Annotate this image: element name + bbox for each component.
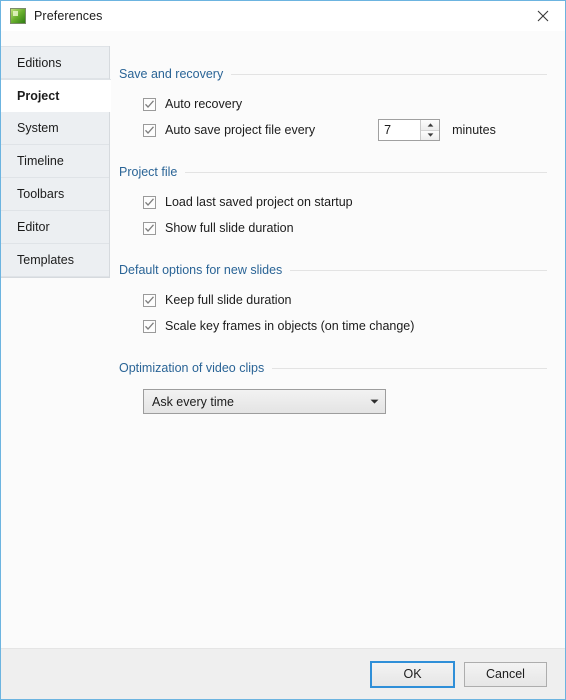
checkbox-auto-save[interactable]: [143, 123, 156, 137]
checkbox-load-last-saved-project[interactable]: [143, 195, 156, 209]
ok-button-label: OK: [403, 667, 422, 681]
checkbox-show-full-slide-duration[interactable]: [143, 221, 156, 235]
option-label: Auto save project file every: [165, 123, 316, 137]
title-bar: Preferences: [1, 1, 565, 31]
sidebar-item-project[interactable]: Project: [1, 79, 111, 112]
chevron-down-icon: [427, 133, 433, 137]
group-header: Optimization of video clips: [119, 361, 547, 375]
check-icon: [145, 223, 154, 232]
sidebar-item-label: System: [17, 121, 59, 135]
sidebar-item-editions[interactable]: Editions: [1, 46, 109, 79]
dialog-footer: OK Cancel: [1, 648, 565, 699]
group-header: Project file: [119, 165, 547, 179]
sidebar-item-label: Timeline: [17, 154, 64, 168]
sidebar-item-label: Editor: [17, 220, 50, 234]
group-title: Default options for new slides: [119, 263, 283, 277]
sidebar-item-editor[interactable]: Editor: [1, 211, 109, 244]
checkbox-auto-recovery[interactable]: [143, 97, 156, 111]
option-label: Auto recovery: [165, 97, 243, 111]
ok-button[interactable]: OK: [370, 660, 455, 688]
optimization-select-wrap: Ask every time: [119, 389, 547, 414]
sidebar-item-label: Templates: [17, 253, 74, 267]
option-label: Keep full slide duration: [165, 293, 292, 307]
cancel-button[interactable]: Cancel: [464, 661, 547, 687]
group-project-file: Project file Load last saved project on …: [119, 165, 547, 239]
stepper-increment-button[interactable]: [421, 120, 440, 131]
group-divider: [290, 269, 547, 271]
window-title: Preferences: [34, 9, 103, 23]
option-show-full-slide-duration[interactable]: Show full slide duration: [119, 217, 547, 239]
sidebar-item-system[interactable]: System: [1, 112, 109, 145]
quantity-stepper[interactable]: 7: [378, 119, 441, 141]
sidebar-item-toolbars[interactable]: Toolbars: [1, 178, 109, 211]
chevron-up-icon: [427, 123, 433, 127]
check-icon: [145, 295, 154, 304]
group-divider: [185, 171, 547, 173]
sidebar-item-label: Editions: [17, 56, 62, 70]
close-icon: [537, 10, 548, 21]
group-divider: [272, 367, 547, 369]
settings-panel: Save and recovery Auto recovery Auto sav…: [110, 31, 565, 648]
group-title: Optimization of video clips: [119, 361, 265, 375]
group-optimization-of-video-clips: Optimization of video clips Ask every ti…: [119, 361, 547, 414]
option-keep-full-slide-duration[interactable]: Keep full slide duration: [119, 289, 547, 311]
sidebar: Editions Project System Timeline Toolbar…: [1, 31, 111, 648]
optimization-selected-value: Ask every time: [152, 394, 234, 409]
app-green-icon: [10, 8, 26, 24]
stepper-decrement-button[interactable]: [421, 130, 440, 140]
check-icon: [145, 321, 154, 330]
group-header: Default options for new slides: [119, 263, 547, 277]
optimization-select[interactable]: Ask every time: [143, 389, 386, 414]
checkbox-scale-key-frames[interactable]: [143, 319, 156, 333]
cancel-button-label: Cancel: [486, 667, 525, 681]
group-save-and-recovery: Save and recovery Auto recovery Auto sav…: [119, 67, 547, 141]
option-scale-key-frames[interactable]: Scale key frames in objects (on time cha…: [119, 315, 547, 337]
option-auto-recovery[interactable]: Auto recovery: [119, 93, 547, 115]
interval-unit-label: minutes: [452, 123, 496, 137]
group-header: Save and recovery: [119, 67, 547, 81]
auto-save-interval-control: 7 minutes: [378, 119, 496, 141]
sidebar-tab-list: Editions Project System Timeline Toolbar…: [1, 46, 111, 278]
group-default-options-for-new-slides: Default options for new slides Keep full…: [119, 263, 547, 337]
group-title: Save and recovery: [119, 67, 224, 81]
option-label: Load last saved project on startup: [165, 195, 353, 209]
dropdown-arrow-button[interactable]: [363, 399, 385, 404]
option-label: Show full slide duration: [165, 221, 294, 235]
checkbox-keep-full-slide-duration[interactable]: [143, 293, 156, 307]
preferences-dialog: Preferences Editions Project System Time…: [0, 0, 566, 700]
check-icon: [145, 99, 154, 108]
group-divider: [231, 73, 547, 75]
check-icon: [145, 125, 154, 134]
dialog-body: Editions Project System Timeline Toolbar…: [1, 31, 565, 648]
sidebar-item-timeline[interactable]: Timeline: [1, 145, 109, 178]
sidebar-item-templates[interactable]: Templates: [1, 244, 109, 277]
stepper-buttons: [420, 120, 440, 140]
sidebar-item-label: Project: [17, 89, 60, 103]
interval-value[interactable]: 7: [379, 120, 421, 140]
close-button[interactable]: [520, 1, 565, 30]
check-icon: [145, 197, 154, 206]
chevron-down-icon: [370, 399, 378, 404]
sidebar-item-label: Toolbars: [17, 187, 65, 201]
option-label: Scale key frames in objects (on time cha…: [165, 319, 415, 333]
option-auto-save[interactable]: Auto save project file every 7 minutes: [119, 119, 547, 141]
option-load-last-saved-project[interactable]: Load last saved project on startup: [119, 191, 547, 213]
group-title: Project file: [119, 165, 178, 179]
